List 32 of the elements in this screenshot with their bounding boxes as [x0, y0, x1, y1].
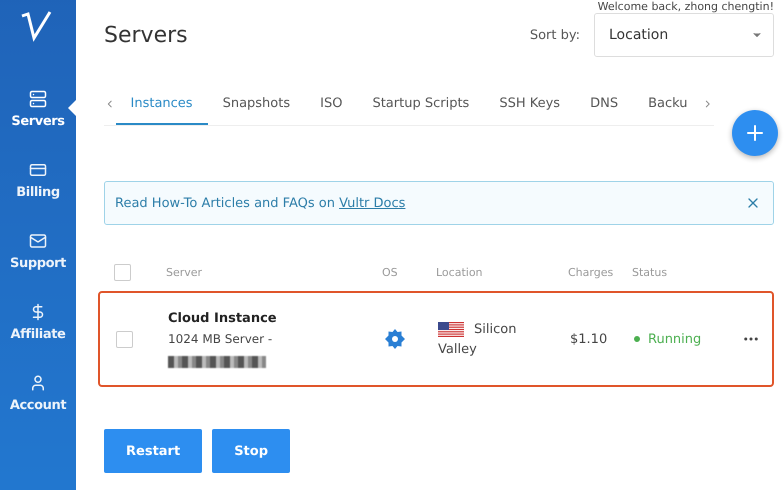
location-text: Silicon [474, 322, 516, 337]
tab[interactable]: DNS [575, 83, 634, 125]
column-header: Server [166, 266, 204, 278]
welcome-text: Welcome back, zhong chengtin! [598, 0, 774, 13]
sort-label: Sort by: [530, 28, 580, 42]
tab[interactable]: Instances [116, 83, 208, 125]
server-plan: 1024 MB Server - [168, 332, 274, 346]
charges-text: $1.10 [570, 332, 608, 346]
page-title: Servers [104, 22, 188, 48]
status-text: Running [648, 332, 702, 346]
sidebar-item[interactable]: Account [0, 368, 76, 419]
column-header: Location [436, 266, 484, 278]
docs-link[interactable]: Vultr Docs [339, 196, 406, 210]
tab[interactable]: ISO [305, 83, 358, 125]
tab[interactable]: SSH Keys [484, 83, 576, 125]
column-header: Status [632, 266, 668, 278]
column-header: Charges [568, 266, 614, 278]
sidebar-item[interactable]: Servers [0, 84, 76, 135]
action-button[interactable]: Restart [104, 429, 202, 473]
sort-select[interactable]: Location [594, 13, 774, 57]
action-button[interactable]: Stop [212, 429, 290, 473]
tab[interactable]: Snapshots [208, 83, 306, 125]
banner-text: Read How-To Articles and FAQs on Vultr Docs [115, 196, 406, 210]
sidebar-item[interactable]: Affiliate [0, 297, 76, 348]
tab[interactable]: Backu [633, 83, 702, 125]
sidebar-item[interactable]: Support [0, 226, 76, 277]
server-name: Cloud Instance [168, 310, 278, 326]
location-text: Valley [438, 342, 478, 356]
sidebar-item[interactable]: Billing [0, 155, 76, 206]
column-header: OS [382, 266, 399, 278]
tab[interactable]: Startup Scripts [357, 83, 484, 125]
server-row[interactable]: Cloud Instance 1024 MB Server - Silicon Valley $1.10 Running [98, 291, 774, 387]
